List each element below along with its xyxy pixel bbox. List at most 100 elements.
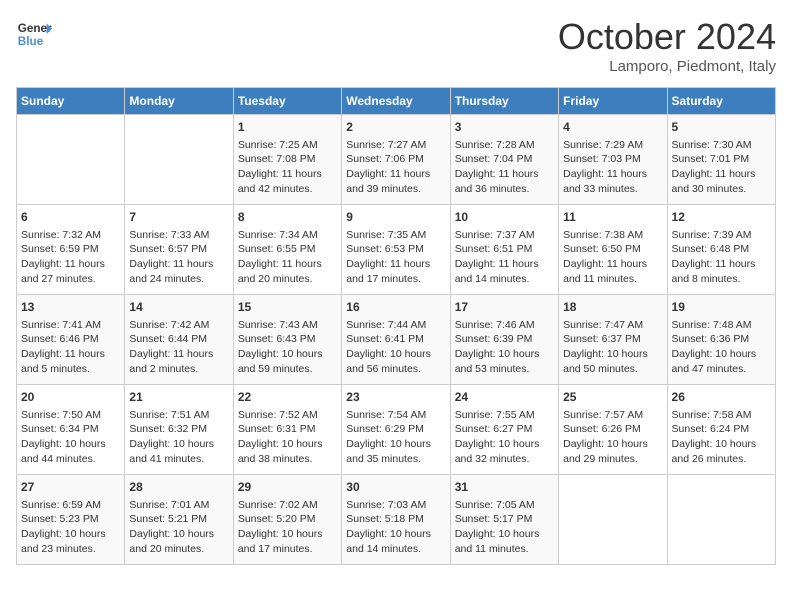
calendar-cell — [667, 475, 775, 565]
day-number: 18 — [563, 299, 662, 316]
cell-info: Sunrise: 7:37 AM Sunset: 6:51 PM Dayligh… — [455, 228, 554, 287]
cell-info: Sunrise: 7:32 AM Sunset: 6:59 PM Dayligh… — [21, 228, 120, 287]
day-number: 14 — [129, 299, 228, 316]
calendar-cell: 13Sunrise: 7:41 AM Sunset: 6:46 PM Dayli… — [17, 295, 125, 385]
cell-info: Sunrise: 7:54 AM Sunset: 6:29 PM Dayligh… — [346, 408, 445, 467]
day-number: 29 — [238, 479, 337, 496]
cell-info: Sunrise: 7:33 AM Sunset: 6:57 PM Dayligh… — [129, 228, 228, 287]
cell-info: Sunrise: 7:30 AM Sunset: 7:01 PM Dayligh… — [672, 138, 771, 197]
day-header-tuesday: Tuesday — [233, 88, 341, 115]
cell-info: Sunrise: 7:34 AM Sunset: 6:55 PM Dayligh… — [238, 228, 337, 287]
calendar-cell: 28Sunrise: 7:01 AM Sunset: 5:21 PM Dayli… — [125, 475, 233, 565]
calendar-cell: 1 Sunrise: 7:25 AM Sunset: 7:08 PM Daylig… — [233, 115, 341, 205]
calendar-cell: 12 Sunrise: 7:39 AM Sunset: 6:48 PM Dayli… — [667, 205, 775, 295]
page-header: General Blue October 2024 Lamporo, Piedm… — [16, 16, 776, 75]
day-number: 15 — [238, 299, 337, 316]
calendar-cell: 20 Sunrise: 7:50 AM Sunset: 6:34 PM Dayli… — [17, 385, 125, 475]
cell-info: Sunrise: 7:05 AM Sunset: 5:17 PM Dayligh… — [455, 498, 554, 557]
day-number: 30 — [346, 479, 445, 496]
calendar-cell: 15 Sunrise: 7:43 AM Sunset: 6:43 PM Dayli… — [233, 295, 341, 385]
calendar-cell — [17, 115, 125, 205]
calendar-cell: 19Sunrise: 7:48 AM Sunset: 6:36 PM Dayli… — [667, 295, 775, 385]
header-row: SundayMondayTuesdayWednesdayThursdayFrid… — [17, 88, 776, 115]
calendar-cell: 22Sunrise: 7:52 AM Sunset: 6:31 PM Dayli… — [233, 385, 341, 475]
calendar-cell: 27 Sunrise: 6:59 AM Sunset: 5:23 PM Dayli… — [17, 475, 125, 565]
cell-info: Sunrise: 7:47 AM Sunset: 6:37 PM Dayligh… — [563, 318, 662, 377]
day-number: 11 — [563, 209, 662, 226]
cell-info: Sunrise: 7:58 AM Sunset: 6:24 PM Dayligh… — [672, 408, 771, 467]
cell-info: Sunrise: 7:38 AM Sunset: 6:50 PM Dayligh… — [563, 228, 662, 287]
calendar-cell: 31 Sunrise: 7:05 AM Sunset: 5:17 PM Dayli… — [450, 475, 558, 565]
day-number: 19 — [672, 299, 771, 316]
day-number: 22 — [238, 389, 337, 406]
calendar-cell: 4 Sunrise: 7:29 AM Sunset: 7:03 PM Daylig… — [559, 115, 667, 205]
day-number: 20 — [21, 389, 120, 406]
logo-icon: General Blue — [16, 16, 52, 52]
week-row-3: 20 Sunrise: 7:50 AM Sunset: 6:34 PM Dayli… — [17, 385, 776, 475]
calendar-cell: 29 Sunrise: 7:02 AM Sunset: 5:20 PM Dayli… — [233, 475, 341, 565]
cell-info: Sunrise: 7:25 AM Sunset: 7:08 PM Dayligh… — [238, 138, 337, 197]
day-number: 1 — [238, 119, 337, 136]
cell-info: Sunrise: 7:39 AM Sunset: 6:48 PM Dayligh… — [672, 228, 771, 287]
day-number: 13 — [21, 299, 120, 316]
cell-info: Sunrise: 7:43 AM Sunset: 6:43 PM Dayligh… — [238, 318, 337, 377]
day-header-sunday: Sunday — [17, 88, 125, 115]
month-title: October 2024 — [558, 16, 776, 58]
day-header-friday: Friday — [559, 88, 667, 115]
day-header-wednesday: Wednesday — [342, 88, 450, 115]
cell-info: Sunrise: 7:01 AM Sunset: 5:21 PM Dayligh… — [129, 498, 228, 557]
calendar-cell: 24Sunrise: 7:55 AM Sunset: 6:27 PM Dayli… — [450, 385, 558, 475]
day-number: 23 — [346, 389, 445, 406]
calendar-cell: 17Sunrise: 7:46 AM Sunset: 6:39 PM Dayli… — [450, 295, 558, 385]
cell-info: Sunrise: 7:29 AM Sunset: 7:03 PM Dayligh… — [563, 138, 662, 197]
calendar-cell: 18 Sunrise: 7:47 AM Sunset: 6:37 PM Dayli… — [559, 295, 667, 385]
day-number: 17 — [455, 299, 554, 316]
week-row-4: 27 Sunrise: 6:59 AM Sunset: 5:23 PM Dayli… — [17, 475, 776, 565]
day-number: 26 — [672, 389, 771, 406]
calendar-cell: 9Sunrise: 7:35 AM Sunset: 6:53 PM Daylig… — [342, 205, 450, 295]
day-number: 16 — [346, 299, 445, 316]
calendar-cell: 14 Sunrise: 7:42 AM Sunset: 6:44 PM Dayli… — [125, 295, 233, 385]
cell-info: Sunrise: 7:28 AM Sunset: 7:04 PM Dayligh… — [455, 138, 554, 197]
calendar-cell: 16 Sunrise: 7:44 AM Sunset: 6:41 PM Dayli… — [342, 295, 450, 385]
day-number: 27 — [21, 479, 120, 496]
day-number: 10 — [455, 209, 554, 226]
logo: General Blue — [16, 16, 52, 52]
day-number: 6 — [21, 209, 120, 226]
cell-info: Sunrise: 6:59 AM Sunset: 5:23 PM Dayligh… — [21, 498, 120, 557]
calendar-cell: 7 Sunrise: 7:33 AM Sunset: 6:57 PM Daylig… — [125, 205, 233, 295]
day-number: 25 — [563, 389, 662, 406]
calendar-cell: 6 Sunrise: 7:32 AM Sunset: 6:59 PM Daylig… — [17, 205, 125, 295]
day-number: 9 — [346, 209, 445, 226]
calendar-cell: 10 Sunrise: 7:37 AM Sunset: 6:51 PM Dayli… — [450, 205, 558, 295]
cell-info: Sunrise: 7:51 AM Sunset: 6:32 PM Dayligh… — [129, 408, 228, 467]
cell-info: Sunrise: 7:44 AM Sunset: 6:41 PM Dayligh… — [346, 318, 445, 377]
day-number: 21 — [129, 389, 228, 406]
cell-info: Sunrise: 7:27 AM Sunset: 7:06 PM Dayligh… — [346, 138, 445, 197]
day-number: 4 — [563, 119, 662, 136]
week-row-2: 13Sunrise: 7:41 AM Sunset: 6:46 PM Dayli… — [17, 295, 776, 385]
title-block: October 2024 Lamporo, Piedmont, Italy — [558, 16, 776, 75]
calendar-cell — [559, 475, 667, 565]
day-number: 24 — [455, 389, 554, 406]
calendar-cell: 11 Sunrise: 7:38 AM Sunset: 6:50 PM Dayli… — [559, 205, 667, 295]
calendar-cell: 3Sunrise: 7:28 AM Sunset: 7:04 PM Daylig… — [450, 115, 558, 205]
day-header-thursday: Thursday — [450, 88, 558, 115]
day-number: 7 — [129, 209, 228, 226]
calendar-cell: 25Sunrise: 7:57 AM Sunset: 6:26 PM Dayli… — [559, 385, 667, 475]
day-number: 31 — [455, 479, 554, 496]
week-row-0: 1 Sunrise: 7:25 AM Sunset: 7:08 PM Daylig… — [17, 115, 776, 205]
calendar-cell: 2Sunrise: 7:27 AM Sunset: 7:06 PM Daylig… — [342, 115, 450, 205]
cell-info: Sunrise: 7:50 AM Sunset: 6:34 PM Dayligh… — [21, 408, 120, 467]
day-header-saturday: Saturday — [667, 88, 775, 115]
calendar-cell: 21 Sunrise: 7:51 AM Sunset: 6:32 PM Dayli… — [125, 385, 233, 475]
week-row-1: 6 Sunrise: 7:32 AM Sunset: 6:59 PM Daylig… — [17, 205, 776, 295]
calendar-cell: 5Sunrise: 7:30 AM Sunset: 7:01 PM Daylig… — [667, 115, 775, 205]
day-number: 8 — [238, 209, 337, 226]
svg-text:Blue: Blue — [18, 35, 44, 48]
day-number: 12 — [672, 209, 771, 226]
day-header-monday: Monday — [125, 88, 233, 115]
cell-info: Sunrise: 7:02 AM Sunset: 5:20 PM Dayligh… — [238, 498, 337, 557]
calendar-cell: 23 Sunrise: 7:54 AM Sunset: 6:29 PM Dayli… — [342, 385, 450, 475]
cell-info: Sunrise: 7:42 AM Sunset: 6:44 PM Dayligh… — [129, 318, 228, 377]
